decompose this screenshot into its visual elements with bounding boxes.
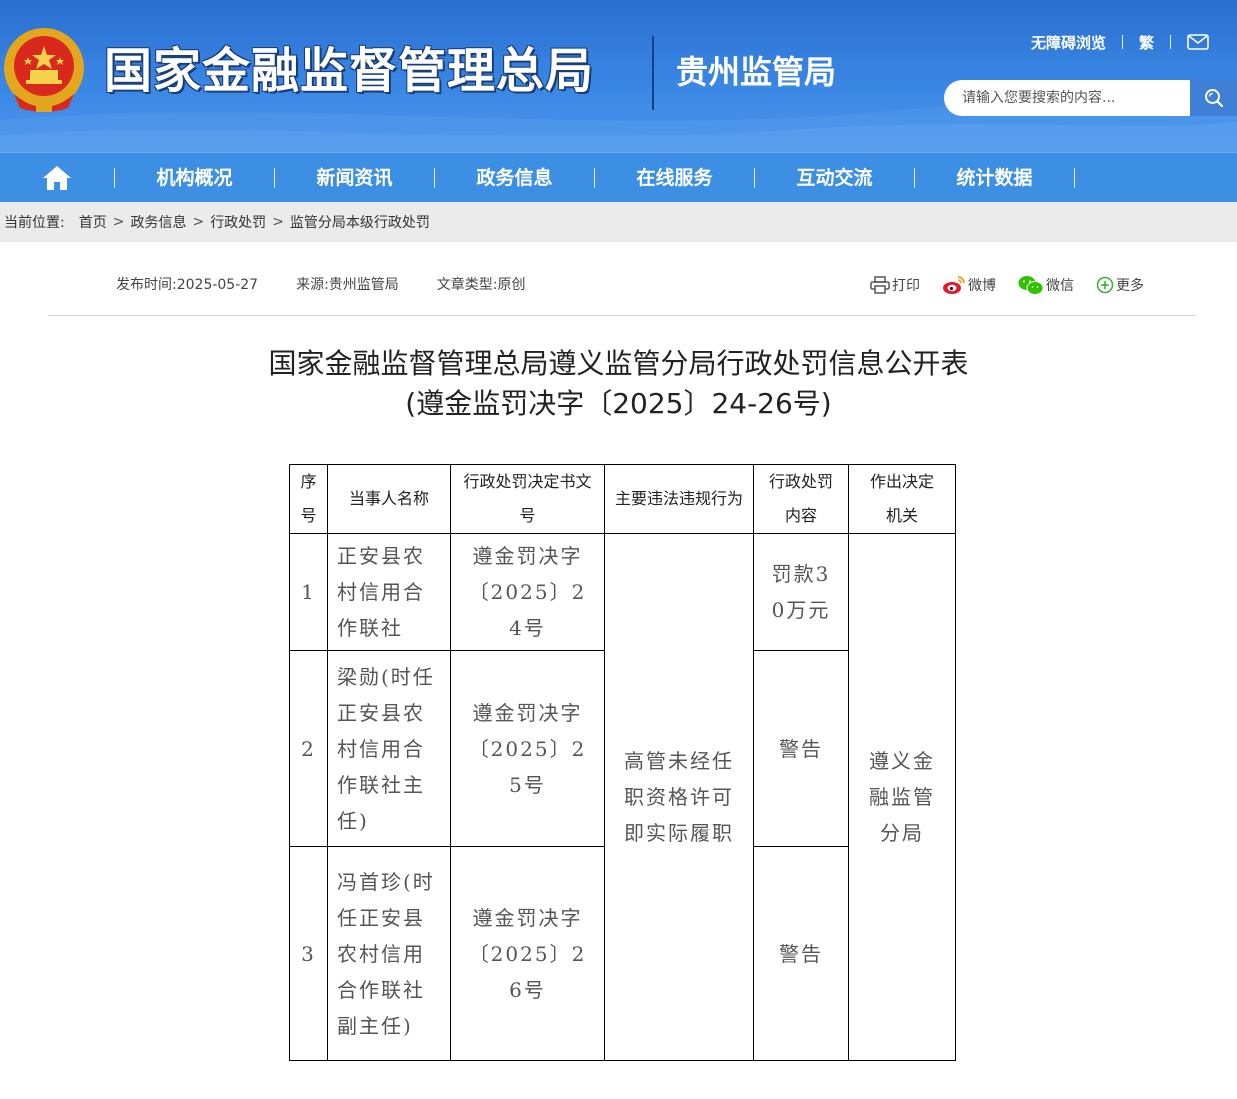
header-cell: 行政处罚决定书文号 (450, 464, 605, 534)
party-name: 梁勋(时任正安县农村信用合作联社主任) (327, 650, 451, 847)
deciding-authority: 遵义金融监管分局 (848, 533, 956, 1061)
nav-item-online-services[interactable]: 在线服务 (595, 153, 754, 203)
article-source: 来源:贵州监管局 (296, 277, 399, 293)
breadcrumb-separator: > (192, 214, 205, 230)
search-button[interactable] (1190, 80, 1237, 116)
table-header-row: 序号 当事人名称 行政处罚决定书文号 主要违法违规行为 行政处罚内容 作出决定机… (289, 464, 956, 534)
penalty-content: 警告 (753, 846, 849, 1061)
breadcrumb-separator: > (272, 214, 284, 230)
mail-icon[interactable] (1187, 34, 1209, 50)
accessibility-link[interactable]: 无障碍浏览 (1031, 32, 1106, 53)
header-cell: 行政处罚内容 (753, 464, 849, 534)
plus-circle-icon (1096, 276, 1114, 294)
header-cell: 主要违法违规行为 (604, 464, 754, 534)
row-number: 2 (289, 650, 328, 847)
header-cell: 作出决定机关 (848, 464, 956, 534)
nav-item-about[interactable]: 机构概况 (115, 153, 274, 203)
divider-line (48, 315, 1196, 316)
wechat-label: 微信 (1046, 278, 1074, 294)
site-title: 国家金融监督管理总局 (104, 43, 595, 99)
nav-divider (1074, 168, 1075, 188)
traditional-chinese-link[interactable]: 繁 (1139, 32, 1154, 53)
search-icon (1204, 89, 1223, 108)
weibo-label: 微博 (968, 278, 996, 294)
penalty-content: 罚款30万元 (753, 533, 849, 651)
breadcrumb: 当前位置: 首页 > 政务信息 > 行政处罚 > 监管分局本级行政处罚 (0, 202, 1237, 242)
more-share-button[interactable]: 更多 (1096, 275, 1144, 295)
publish-time: 发布时间:2025-05-27 (116, 277, 259, 293)
breadcrumb-item-home[interactable]: 首页 (79, 212, 107, 232)
title-divider (652, 36, 654, 110)
decision-number: 遵金罚决字〔2025〕25号 (450, 650, 605, 847)
article-type: 文章类型:原创 (436, 277, 526, 293)
decision-number: 遵金罚决字〔2025〕26号 (450, 846, 605, 1061)
more-label: 更多 (1116, 278, 1144, 294)
national-emblem-icon (4, 28, 84, 112)
share-bar: 打印 微博 微信 更多 (870, 274, 1144, 296)
penalty-content: 警告 (753, 650, 849, 847)
article-meta: 发布时间:2025-05-27 来源:贵州监管局 文章类型:原创 (116, 274, 564, 296)
top-links: 无障碍浏览 繁 (1031, 30, 1209, 54)
header-cell: 当事人名称 (327, 464, 451, 534)
breadcrumb-item-government-info[interactable]: 政务信息 (130, 212, 186, 232)
nav-item-government-info[interactable]: 政务信息 (435, 153, 594, 203)
breadcrumb-separator: > (112, 214, 125, 230)
weibo-icon (943, 276, 965, 294)
party-name: 冯首珍(时任正安县农村信用合作联社副主任) (327, 846, 451, 1061)
row-number: 1 (289, 533, 328, 651)
main-nav: 机构概况 新闻资讯 政务信息 在线服务 互动交流 统计数据 (0, 152, 1237, 203)
nav-home[interactable] (0, 153, 114, 203)
row-number: 3 (289, 846, 328, 1061)
printer-icon (870, 276, 890, 294)
site-header: 国家金融监督管理总局 贵州监管局 无障碍浏览 繁 (0, 0, 1237, 152)
nav-item-interaction[interactable]: 互动交流 (755, 153, 914, 203)
article-title-line: (遵金监罚决字〔2025〕24-26号) (405, 387, 832, 420)
header-cell: 序号 (289, 464, 328, 534)
penalty-table: 序号 当事人名称 行政处罚决定书文号 主要违法违规行为 行政处罚内容 作出决定机… (289, 464, 956, 1061)
wechat-share-button[interactable]: 微信 (1018, 275, 1074, 295)
article-title-line: 国家金融监督管理总局遵义监管分局行政处罚信息公开表 (268, 347, 969, 380)
branch-title: 贵州监管局 (676, 53, 837, 91)
link-divider (1121, 35, 1123, 49)
home-icon (43, 166, 71, 190)
breadcrumb-item-branch-penalties[interactable]: 监管分局本级行政处罚 (290, 212, 430, 232)
print-button[interactable]: 打印 (870, 275, 920, 295)
wechat-icon (1018, 276, 1044, 295)
article-title: 国家金融监督管理总局遵义监管分局行政处罚信息公开表 (遵金监罚决字〔2025〕2… (0, 344, 1237, 424)
print-label: 打印 (892, 278, 920, 294)
party-name: 正安县农村信用合作联社 (327, 533, 451, 651)
violation-description: 高管未经任职资格许可即实际履职 (604, 533, 754, 1061)
nav-item-statistics[interactable]: 统计数据 (915, 153, 1074, 203)
weibo-share-button[interactable]: 微博 (942, 275, 996, 295)
decision-number: 遵金罚决字〔2025〕24号 (450, 533, 605, 651)
search-input[interactable] (944, 80, 1190, 116)
table-row: 1 正安县农村信用合作联社 遵金罚决字〔2025〕24号 高管未经任职资格许可即… (289, 533, 956, 1061)
nav-item-news[interactable]: 新闻资讯 (275, 153, 434, 203)
breadcrumb-item-penalties[interactable]: 行政处罚 (210, 212, 266, 232)
link-divider (1170, 35, 1171, 49)
breadcrumb-label: 当前位置: (4, 215, 65, 231)
